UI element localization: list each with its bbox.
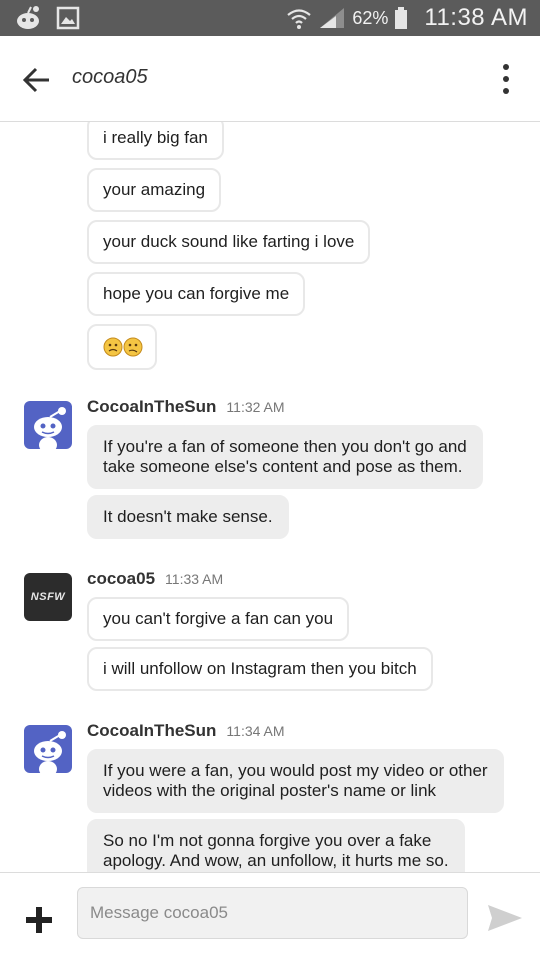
- message-bubble[interactable]: If you're a fan of someone then you don'…: [87, 425, 483, 489]
- overflow-menu-icon[interactable]: [496, 62, 516, 96]
- message-line: So no I'm not gonna forgive you over a f…: [103, 831, 432, 850]
- message-line: If you're a fan of someone then you don'…: [103, 437, 467, 456]
- message-line: videos with the original poster's name o…: [103, 781, 437, 800]
- message-timestamp: 11:33 AM: [165, 571, 224, 587]
- reddit-snoo-icon: [34, 731, 66, 773]
- message-composer: [0, 872, 540, 960]
- page-title: cocoa05: [72, 66, 148, 88]
- message-bubble[interactable]: you can't forgive a fan can you: [87, 597, 350, 641]
- woozy-face-emoji-icon: [103, 337, 143, 357]
- battery-percent: 62%: [352, 7, 389, 28]
- message-line: take someone else's content and pose as …: [103, 457, 463, 476]
- author-name[interactable]: CocoaInTheSun: [87, 397, 216, 416]
- author-name[interactable]: CocoaInTheSun: [87, 721, 216, 740]
- nsfw-avatar-label: NSFW: [30, 591, 66, 603]
- message-list[interactable]: i really big fan your amazing your duck …: [0, 122, 540, 872]
- back-arrow-icon[interactable]: [20, 63, 54, 97]
- send-icon[interactable]: [486, 903, 524, 933]
- signal-icon: [320, 8, 345, 28]
- reddit-notification-icon: [17, 6, 39, 29]
- status-time: 11:38 AM: [424, 4, 528, 31]
- message-bubble[interactable]: i will unfollow on Instagram then you bi…: [87, 647, 433, 691]
- message-bubble[interactable]: your amazing: [87, 168, 222, 212]
- message-line: If you were a fan, you would post my vid…: [103, 761, 488, 780]
- wifi-icon: [287, 9, 312, 29]
- message-bubble[interactable]: So no I'm not gonna forgive you over a f…: [87, 819, 465, 872]
- message-bubble[interactable]: i really big fan: [87, 122, 224, 160]
- add-attachment-icon[interactable]: [26, 907, 52, 933]
- message-timestamp: 11:34 AM: [226, 723, 285, 739]
- message-input[interactable]: [77, 887, 468, 939]
- message-line: apology. And wow, an unfollow, it hurts …: [103, 851, 449, 870]
- message-bubble[interactable]: If you were a fan, you would post my vid…: [87, 749, 504, 813]
- message-bubble[interactable]: your duck sound like farting i love: [87, 220, 371, 264]
- message-author: cocoa05 11:33 AM: [87, 569, 223, 589]
- message-author: CocoaInTheSun 11:34 AM: [87, 721, 285, 741]
- message-bubble[interactable]: hope you can forgive me: [87, 272, 306, 316]
- avatar[interactable]: [24, 725, 72, 773]
- message-bubble[interactable]: It doesn't make sense.: [87, 495, 289, 539]
- author-name[interactable]: cocoa05: [87, 569, 155, 588]
- message-timestamp: 11:32 AM: [226, 399, 285, 415]
- avatar[interactable]: NSFW: [24, 573, 72, 621]
- battery-icon: [395, 7, 408, 29]
- status-bar: 62% 11:38 AM: [0, 0, 540, 36]
- gallery-notification-icon: [56, 6, 80, 30]
- emoji-message-bubble[interactable]: [87, 324, 157, 370]
- chat-header: cocoa05: [0, 36, 540, 122]
- avatar[interactable]: [24, 401, 72, 449]
- message-author: CocoaInTheSun 11:32 AM: [87, 397, 285, 417]
- reddit-snoo-icon: [34, 407, 66, 449]
